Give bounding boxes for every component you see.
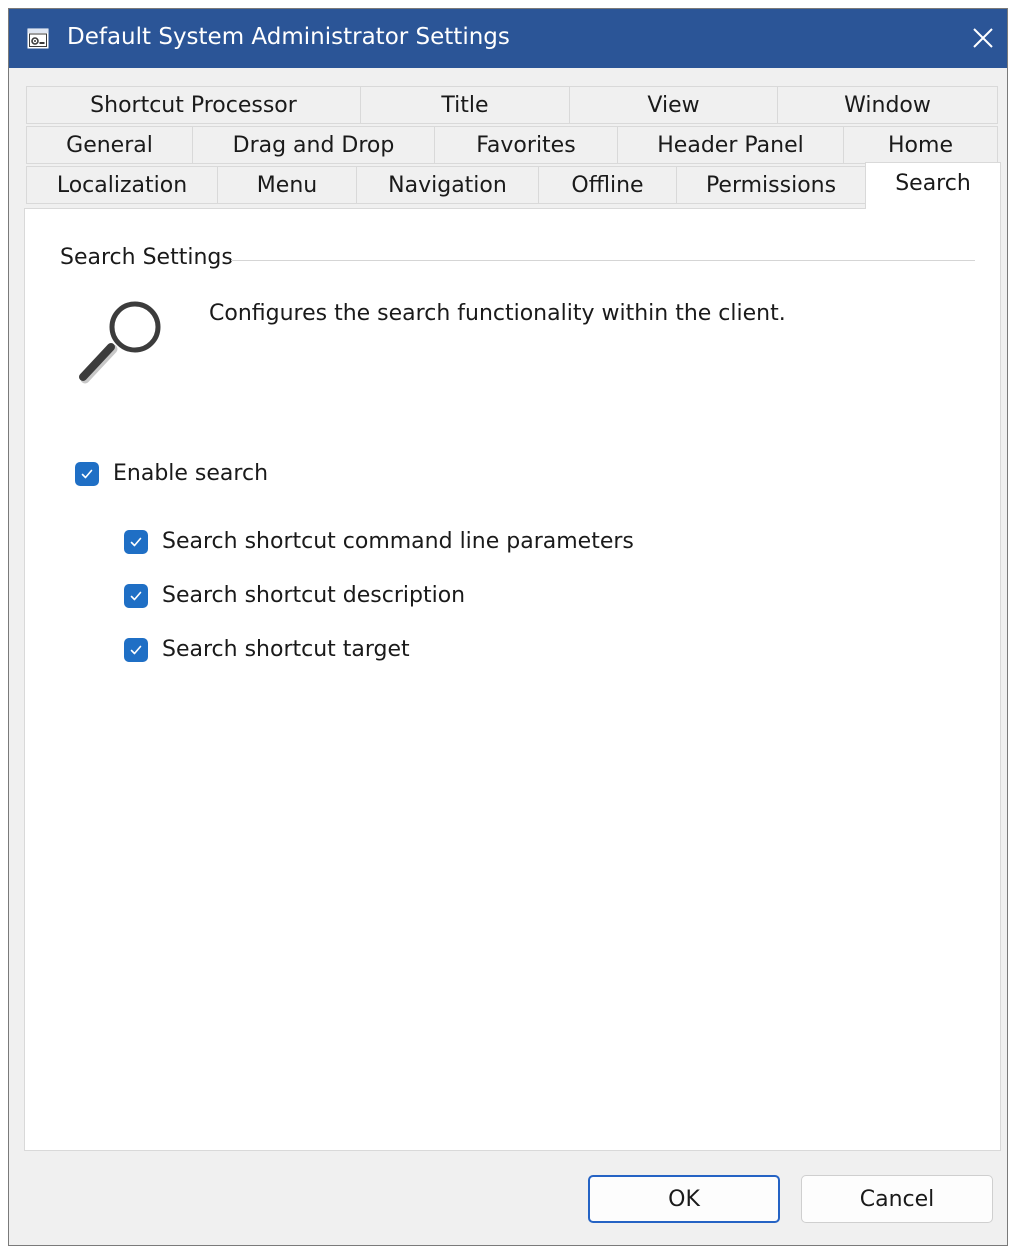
checkmark-icon	[130, 591, 142, 600]
settings-window-icon	[27, 28, 49, 49]
search-description-label: Search shortcut description	[162, 583, 466, 608]
search-command-line-label: Search shortcut command line parameters	[162, 529, 634, 554]
search-target-label: Search shortcut target	[162, 637, 410, 662]
tab-menu[interactable]: Menu	[217, 166, 357, 204]
checkmark-icon	[81, 469, 93, 478]
group-divider	[231, 260, 975, 261]
window-title: Default System Administrator Settings	[67, 24, 510, 50]
checkbox-checked[interactable]	[124, 583, 148, 608]
ok-button[interactable]: OK	[588, 1175, 780, 1223]
magnifier-icon	[79, 301, 161, 384]
checkbox-checked[interactable]	[124, 637, 148, 662]
cancel-button[interactable]: Cancel	[801, 1175, 993, 1223]
search-target-checkbox[interactable]: Search shortcut target	[124, 637, 410, 662]
tab-shortcut-processor[interactable]: Shortcut Processor	[26, 86, 361, 124]
enable-search-checkbox[interactable]: Enable search	[75, 461, 268, 486]
tab-home[interactable]: Home	[843, 126, 998, 164]
tab-search[interactable]: Search	[865, 162, 1001, 209]
tab-localization[interactable]: Localization	[26, 166, 218, 204]
tab-navigation[interactable]: Navigation	[356, 166, 539, 204]
tab-general[interactable]: General	[26, 126, 193, 164]
search-settings-panel: Search Settings Configures the search fu…	[24, 208, 1001, 1151]
search-description-checkbox[interactable]: Search shortcut description	[124, 583, 465, 608]
checkmark-icon	[130, 537, 142, 546]
tab-view[interactable]: View	[569, 86, 778, 124]
tab-header-panel[interactable]: Header Panel	[617, 126, 844, 164]
close-icon[interactable]	[967, 22, 999, 54]
tab-window[interactable]: Window	[777, 86, 998, 124]
tab-title[interactable]: Title	[360, 86, 570, 124]
tab-favorites[interactable]: Favorites	[434, 126, 618, 164]
checkmark-icon	[130, 645, 142, 654]
search-command-line-checkbox[interactable]: Search shortcut command line parameters	[124, 529, 634, 554]
title-bar: Default System Administrator Settings	[9, 9, 1007, 68]
checkbox-checked[interactable]	[75, 461, 99, 486]
section-description: Configures the search functionality with…	[209, 301, 786, 326]
tab-permissions[interactable]: Permissions	[676, 166, 866, 204]
enable-search-label: Enable search	[113, 461, 269, 486]
settings-dialog: Default System Administrator Settings Sh…	[8, 8, 1008, 1246]
group-title: Search Settings	[60, 245, 233, 270]
tab-drag-and-drop[interactable]: Drag and Drop	[192, 126, 435, 164]
tab-offline[interactable]: Offline	[538, 166, 677, 204]
checkbox-checked[interactable]	[124, 529, 148, 554]
